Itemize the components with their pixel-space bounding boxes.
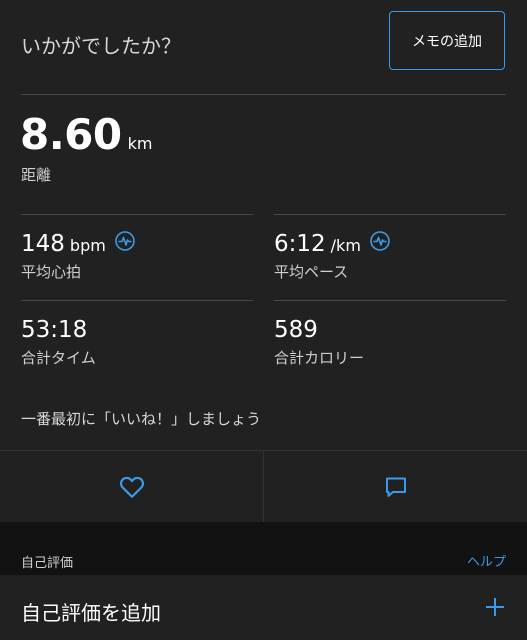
heart-rate-value: 148 — [21, 231, 65, 257]
time-label: 合計タイム — [21, 349, 96, 367]
self-evaluation-header: 自己評価 ヘルプ — [0, 522, 527, 575]
distance-display: 8.60 km — [20, 110, 153, 159]
pace-unit: /km — [330, 236, 361, 255]
pace-label: 平均ペース — [274, 263, 349, 281]
calories-stat: 589 — [274, 317, 318, 343]
calories-value: 589 — [274, 317, 318, 343]
plus-icon[interactable] — [485, 597, 505, 617]
header-divider — [21, 94, 506, 95]
pace-value: 6:12 — [274, 231, 326, 257]
kudos-prompt: 一番最初に「いいね！」しましょう — [21, 410, 262, 428]
action-bar — [0, 450, 527, 522]
header: いかがでしたか？ メモの追加 — [0, 0, 527, 94]
help-link[interactable]: ヘルプ — [467, 551, 506, 570]
add-memo-button[interactable]: メモの追加 — [389, 11, 505, 70]
comment-button[interactable] — [263, 451, 527, 522]
like-button[interactable] — [0, 451, 263, 522]
heart-icon — [119, 476, 144, 498]
distance-value: 8.60 — [20, 110, 122, 159]
stats-divider-left-1 — [21, 214, 253, 215]
calories-label: 合計カロリー — [274, 349, 365, 367]
heart-rate-unit: bpm — [69, 236, 106, 255]
distance-label: 距離 — [21, 166, 52, 184]
stats-divider-left-2 — [21, 300, 253, 301]
add-self-evaluation-row[interactable]: 自己評価を追加 — [0, 575, 527, 640]
heart-rate-stat: 148 bpm — [21, 231, 135, 257]
pace-stat: 6:12 /km — [274, 231, 390, 257]
pace-pulse-icon[interactable] — [370, 231, 390, 251]
add-self-evaluation-label: 自己評価を追加 — [21, 601, 161, 625]
self-evaluation-title: 自己評価 — [21, 556, 74, 571]
feedback-question: いかがでしたか？ — [21, 34, 181, 58]
time-value: 53:18 — [21, 317, 88, 343]
heart-rate-label: 平均心拍 — [21, 263, 82, 281]
distance-unit: km — [127, 134, 153, 153]
stats-divider-right-1 — [274, 214, 506, 215]
time-stat: 53:18 — [21, 317, 87, 343]
comment-icon — [385, 477, 406, 497]
heart-rate-pulse-icon[interactable] — [115, 231, 135, 251]
stats-divider-right-2 — [274, 300, 506, 301]
